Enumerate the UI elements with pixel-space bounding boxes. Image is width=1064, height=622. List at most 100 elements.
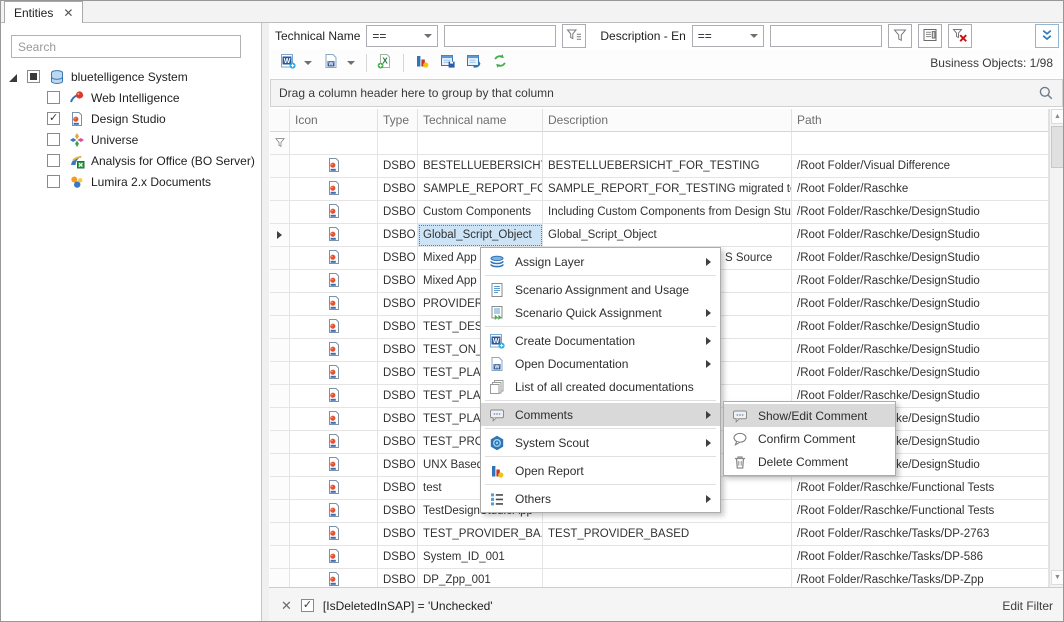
- grid-save-button[interactable]: [435, 51, 461, 75]
- technical-name-filter-input[interactable]: [444, 25, 556, 47]
- tree-item-design-studio[interactable]: Design Studio: [1, 108, 261, 129]
- description-label: Description - En: [600, 29, 685, 43]
- technical-name-filter-button[interactable]: [562, 24, 586, 48]
- word-new-button[interactable]: W: [275, 51, 301, 75]
- technical-name-label: Technical Name: [275, 29, 360, 43]
- tree-item-analysis-for-office-bo-server-[interactable]: Analysis for Office (BO Server): [1, 150, 261, 171]
- menu-item-scenario-quick-assignment[interactable]: Scenario Quick Assignment: [481, 301, 720, 324]
- cell-type: DSBO: [378, 408, 418, 431]
- tree-checkbox[interactable]: [47, 133, 60, 146]
- table-row[interactable]: DSBOCustom ComponentsIncluding Custom Co…: [270, 201, 1049, 224]
- description-filter-button[interactable]: [888, 24, 912, 48]
- table-row[interactable]: DSBOBESTELLUEBERSICHT...BESTELLUEBERSICH…: [270, 155, 1049, 178]
- filter-active-checkbox[interactable]: [301, 599, 314, 612]
- scroll-down-button[interactable]: ▼: [1051, 570, 1064, 585]
- dropdown-arrow-button[interactable]: [344, 51, 357, 75]
- clear-filter-button[interactable]: [948, 24, 972, 48]
- form-icon: [922, 27, 938, 46]
- menu-item-show-edit-comment[interactable]: Show/Edit Comment: [724, 404, 895, 427]
- column-header-technical-name[interactable]: Technical name: [418, 109, 543, 132]
- refresh-button[interactable]: [487, 51, 513, 75]
- menu-item-comments[interactable]: Comments: [481, 403, 720, 426]
- menu-item-scenario-assignment-and-usage[interactable]: Scenario Assignment and Usage: [481, 278, 720, 301]
- description-operator-select[interactable]: ==: [692, 25, 764, 47]
- cell-icon: [290, 339, 378, 362]
- menu-item-create-documentation[interactable]: WCreate Documentation: [481, 329, 720, 352]
- filter-cell[interactable]: [792, 132, 1049, 155]
- doc-red-icon: [326, 203, 342, 222]
- column-header-icon[interactable]: Icon: [290, 109, 378, 132]
- expander-icon[interactable]: [9, 72, 19, 82]
- edit-filter-link[interactable]: Edit Filter: [1002, 599, 1053, 613]
- tab-entities[interactable]: Entities ✕: [4, 1, 83, 23]
- tree-item-bluetelligence-system[interactable]: bluetelligence System: [1, 66, 261, 87]
- bar-chart-button[interactable]: [409, 51, 435, 75]
- word-new-icon: W: [280, 53, 296, 74]
- search-input[interactable]: [11, 35, 241, 58]
- tree-checkbox[interactable]: [47, 91, 60, 104]
- list-icon: [488, 491, 506, 507]
- tree-item-universe[interactable]: Universe: [1, 129, 261, 150]
- filter-cell[interactable]: [378, 132, 418, 155]
- grid-export-button[interactable]: [461, 51, 487, 75]
- menu-item-others[interactable]: Others: [481, 487, 720, 510]
- menu-item-open-documentation[interactable]: WOpen Documentation: [481, 352, 720, 375]
- column-header-description[interactable]: Description: [543, 109, 792, 132]
- table-row[interactable]: DSBOGlobal_Script_ObjectGlobal_Script_Ob…: [270, 224, 1049, 247]
- filter-panel-button[interactable]: [918, 24, 942, 48]
- search-icon[interactable]: [1038, 85, 1054, 101]
- close-icon[interactable]: ✕: [63, 6, 73, 20]
- word-doc-button[interactable]: W: [318, 51, 344, 75]
- tree-checkbox[interactable]: [47, 154, 60, 167]
- cell-icon: [290, 431, 378, 454]
- tree-checkbox[interactable]: [27, 70, 40, 83]
- menu-separator: [485, 456, 716, 457]
- svg-text:W: W: [493, 337, 500, 344]
- tree-item-label: Design Studio: [91, 112, 166, 126]
- cell-description: [543, 546, 792, 569]
- menu-item-assign-layer[interactable]: Assign Layer: [481, 250, 720, 273]
- tree-item-web-intelligence[interactable]: Web Intelligence: [1, 87, 261, 108]
- row-indicator-cell: [270, 178, 290, 201]
- cell-technical-name[interactable]: SAMPLE_REPORT_FO...: [418, 178, 543, 201]
- cell-technical-name[interactable]: DP_Zpp_001: [418, 569, 543, 587]
- cell-path: /Root Folder/Raschke/DesignStudio: [792, 293, 1049, 316]
- entities-panel: bluetelligence SystemWeb Intelligence Des…: [1, 23, 262, 622]
- tree-item-lumira-2-x-documents[interactable]: Lumira 2.x Documents: [1, 171, 261, 192]
- scroll-up-button[interactable]: ▲: [1051, 109, 1064, 124]
- filter-cell[interactable]: [543, 132, 792, 155]
- menu-item-delete-comment[interactable]: Delete Comment: [724, 450, 895, 473]
- tree-checkbox[interactable]: [47, 112, 60, 125]
- menu-item-confirm-comment[interactable]: Confirm Comment: [724, 427, 895, 450]
- table-row[interactable]: DSBODP_Zpp_001/Root Folder/Raschke/Tasks…: [270, 569, 1049, 587]
- cell-technical-name[interactable]: System_ID_001: [418, 546, 543, 569]
- table-row[interactable]: DSBOSystem_ID_001/Root Folder/Raschke/Ta…: [270, 546, 1049, 569]
- remove-filter-icon[interactable]: ✕: [281, 598, 292, 614]
- dropdown-arrow-button[interactable]: [301, 51, 314, 75]
- column-header-path[interactable]: Path: [792, 109, 1049, 132]
- cell-type: DSBO: [378, 523, 418, 546]
- cell-technical-name[interactable]: Custom Components: [418, 201, 543, 224]
- menu-item-system-scout[interactable]: System Scout: [481, 431, 720, 454]
- cell-technical-name[interactable]: Global_Script_Object: [418, 224, 543, 247]
- tree-checkbox[interactable]: [47, 175, 60, 188]
- cell-path: /Root Folder/Raschke/DesignStudio: [792, 316, 1049, 339]
- excel-export-button[interactable]: X: [372, 51, 398, 75]
- filter-cell[interactable]: [290, 132, 378, 155]
- cell-technical-name[interactable]: TEST_PROVIDER_BA...: [418, 523, 543, 546]
- column-header-type[interactable]: Type: [378, 109, 418, 132]
- menu-item-list-of-all-created-documentations[interactable]: List of all created documentations: [481, 375, 720, 398]
- table-row[interactable]: DSBOTEST_PROVIDER_BA...TEST_PROVIDER_BAS…: [270, 523, 1049, 546]
- description-filter-input[interactable]: [770, 25, 882, 47]
- scroll-thumb[interactable]: [1051, 126, 1064, 168]
- cell-technical-name[interactable]: BESTELLUEBERSICHT...: [418, 155, 543, 178]
- filter-row-funnel-icon: [270, 132, 290, 155]
- table-row[interactable]: DSBOSAMPLE_REPORT_FO...SAMPLE_REPORT_FOR…: [270, 178, 1049, 201]
- cell-icon: [290, 155, 378, 178]
- menu-item-open-report[interactable]: Open Report: [481, 459, 720, 482]
- filter-cell[interactable]: [418, 132, 543, 155]
- technical-name-operator-select[interactable]: ==: [366, 25, 438, 47]
- vertical-scrollbar[interactable]: ▲ ▼: [1049, 109, 1064, 587]
- collapse-filter-button[interactable]: [1035, 24, 1059, 48]
- panel-splitter[interactable]: [262, 23, 269, 622]
